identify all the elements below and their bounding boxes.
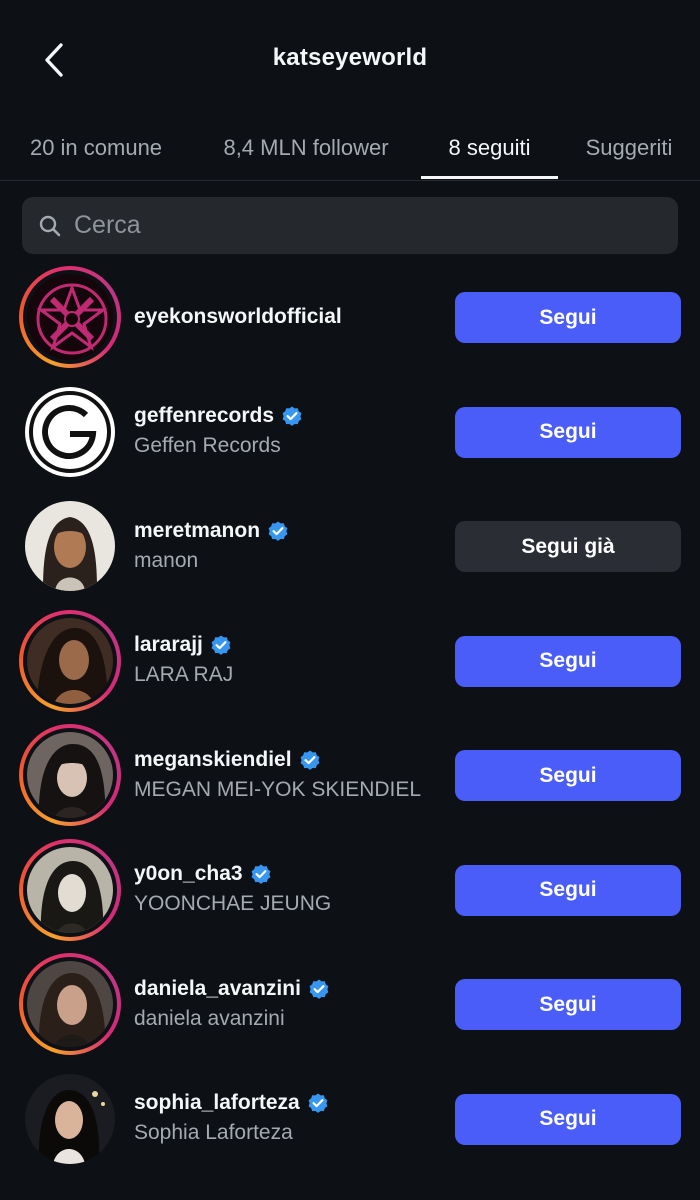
account-names[interactable]: meganskiendiel MEGAN MEI-YOK SKIENDIEL	[134, 724, 421, 826]
verified-badge-icon	[307, 977, 331, 1001]
full-name: YOONCHAE JEUNG	[134, 892, 332, 915]
username-line: meganskiendiel	[134, 746, 421, 774]
follow-button[interactable]: Segui	[455, 635, 681, 687]
full-name: Geffen Records	[134, 434, 281, 457]
avatar[interactable]	[19, 953, 121, 1055]
account-names[interactable]: sophia_laforteza Sophia Laforteza	[134, 1068, 330, 1170]
username: lararajj	[134, 633, 203, 656]
follow-button[interactable]: Segui	[455, 406, 681, 458]
full-name: MEGAN MEI-YOK SKIENDIEL	[134, 777, 422, 801]
follow-button[interactable]: Segui	[455, 750, 681, 801]
avatar[interactable]	[19, 1068, 121, 1170]
avatar[interactable]	[19, 609, 121, 712]
active-tab-indicator	[421, 176, 558, 179]
list-item[interactable]: lararajj LARA RAJ Segui	[0, 609, 700, 724]
tab-following[interactable]: 8 seguiti	[421, 118, 558, 178]
profile-picture	[27, 846, 113, 933]
verified-badge-icon	[249, 862, 273, 886]
profile-picture	[25, 386, 115, 477]
list-item[interactable]: eyekonsworldofficial Segui	[0, 266, 700, 380]
username: daniela_avanzini	[134, 976, 301, 1000]
username: meganskiendiel	[134, 747, 292, 771]
list-item[interactable]: daniela_avanzinidaniela avanzini Segui	[0, 953, 700, 1067]
username-line: eyekonsworldofficial	[134, 303, 342, 331]
username-line: geffenrecords	[134, 402, 304, 430]
account-names[interactable]: y0on_cha3 YOONCHAE JEUNG	[134, 839, 331, 941]
top-bar: katseyeworld	[0, 0, 700, 118]
follow-button[interactable]: Segui	[455, 292, 681, 343]
full-name: daniela avanzini	[134, 1006, 285, 1030]
verified-badge-icon	[280, 404, 304, 428]
avatar[interactable]	[19, 381, 121, 483]
list-item[interactable]: meganskiendiel MEGAN MEI-YOK SKIENDIEL Seg…	[0, 724, 700, 838]
username: geffenrecords	[134, 404, 275, 427]
following-button[interactable]: Segui già	[455, 521, 681, 572]
username: y0on_cha3	[134, 862, 243, 885]
verified-badge-icon	[306, 1091, 330, 1115]
follow-button[interactable]: Segui	[455, 979, 681, 1030]
tab-suggested[interactable]: Suggeriti	[576, 118, 682, 178]
avatar[interactable]	[19, 266, 121, 368]
username: meretmanon	[134, 518, 261, 542]
verified-badge-icon	[209, 633, 233, 657]
search-input[interactable]	[72, 204, 678, 247]
verified-badge-icon	[266, 519, 290, 543]
full-name: Sophia Laforteza	[134, 1121, 293, 1144]
full-name: LARA RAJ	[134, 663, 234, 686]
tab-in-common[interactable]: 20 in comune	[22, 118, 170, 178]
profile-picture	[25, 501, 115, 591]
verified-badge-icon	[298, 748, 322, 772]
profile-picture	[27, 732, 113, 818]
list-item[interactable]: geffenrecords Geffen Records Segui	[0, 381, 700, 495]
username-line: meretmanon	[134, 517, 290, 545]
account-names[interactable]: eyekonsworldofficial	[134, 266, 342, 368]
username-line: sophia_laforteza	[134, 1089, 330, 1117]
username: eyekonsworldofficial	[134, 305, 342, 328]
tab-followers[interactable]: 8,4 MLN follower	[212, 118, 400, 178]
profile-picture	[27, 274, 113, 360]
follow-button[interactable]: Segui	[455, 864, 681, 916]
username: sophia_laforteza	[134, 1091, 300, 1114]
profile-picture	[27, 961, 113, 1047]
avatar[interactable]	[19, 495, 121, 597]
avatar[interactable]	[19, 724, 121, 826]
search-icon	[38, 214, 62, 238]
list-item[interactable]: y0on_cha3 YOONCHAE JEUNG Segui	[0, 838, 700, 953]
account-names[interactable]: meretmanon manon	[134, 495, 290, 597]
list-item[interactable]: meretmanon manon Segui già	[0, 495, 700, 609]
list-item[interactable]: sophia_laforteza Sophia Laforteza Segui	[0, 1068, 700, 1182]
full-name: manon	[134, 548, 199, 572]
avatar[interactable]	[19, 838, 121, 941]
profile-picture	[25, 1073, 115, 1164]
profile-picture	[27, 617, 113, 704]
username-line: y0on_cha3	[134, 860, 331, 888]
account-names[interactable]: lararajj LARA RAJ	[134, 610, 233, 712]
account-names[interactable]: daniela_avanzinidaniela avanzini	[134, 953, 331, 1055]
tab-bar: 20 in comune 8,4 MLN follower 8 seguiti …	[0, 118, 700, 181]
search-bar[interactable]	[22, 197, 678, 254]
username-line: lararajj	[134, 631, 233, 659]
account-names[interactable]: geffenrecords Geffen Records	[134, 381, 304, 483]
page-title: katseyeworld	[272, 44, 428, 71]
username-line: daniela_avanzini	[134, 975, 331, 1003]
follow-button[interactable]: Segui	[455, 1093, 681, 1145]
